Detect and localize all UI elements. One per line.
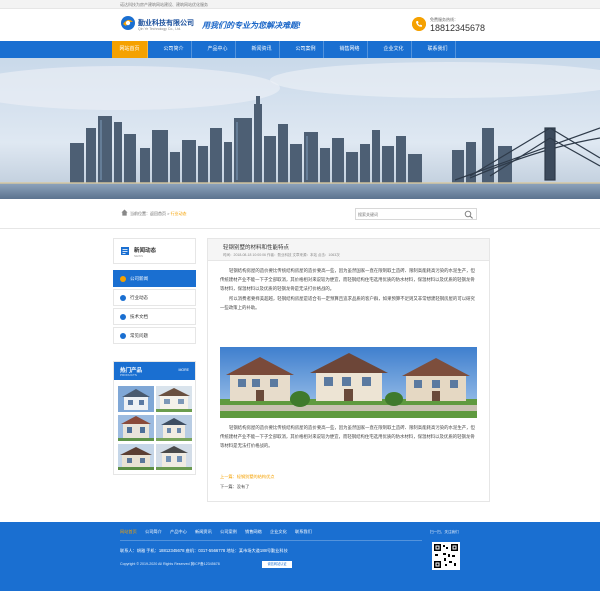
nav-item-cases[interactable]: 公司案例 — [288, 41, 324, 58]
article-paragraph: 轻钢结构房屋的造价要比传统结构房屋的造价要高一些，因为虽然国家一直在限制取土造砖… — [220, 268, 475, 291]
product-thumbnail[interactable] — [118, 415, 154, 441]
breadcrumb: 当前位置：返回首页 > 行业动态 — [130, 211, 187, 217]
footer-nav-news[interactable]: 新闻资讯 — [195, 529, 212, 535]
top-bar: 诺达科技为房产建筑网站建设、建筑网站优化服务 — [0, 0, 600, 9]
footer-nav-cases[interactable]: 公司案例 — [220, 529, 237, 535]
product-thumbnail[interactable] — [156, 444, 192, 470]
company-name-en: Qin Ye Technology Co., Ltd. — [138, 27, 182, 31]
sidebar-item-industry-news[interactable]: 行业动态 — [113, 289, 196, 306]
next-article-link[interactable]: 下一篇：没有了 — [220, 484, 249, 490]
footer-contact: 联系人：胡雅 手机：18812345678 座机：0317-5566778 地址… — [120, 548, 288, 553]
hot-products-header: 热门产品 PRODUCTS MORE — [114, 362, 195, 380]
sidebar-item-tech-docs[interactable]: 技术文档 — [113, 308, 196, 325]
bullet-icon — [120, 333, 126, 339]
skyline-illustration — [0, 58, 600, 199]
hot-products-title-en: PRODUCTS — [120, 373, 137, 377]
site-header: 勤业科技有限公司 Qin Ye Technology Co., Ltd. 用我们… — [0, 9, 600, 41]
news-icon — [121, 247, 129, 255]
article-title: 轻钢别墅的材料和性能特点 — [223, 245, 290, 251]
prev-article-label: 上一篇： — [220, 474, 237, 479]
nav-item-home[interactable]: 网站首页 — [112, 41, 148, 58]
sidebar-item-label: 公司新闻 — [130, 276, 148, 281]
breadcrumb-bar: 当前位置：返回首页 > 行业动态 — [0, 199, 600, 229]
nav-item-news[interactable]: 新闻资讯 — [244, 41, 280, 58]
trust-badge[interactable]: 诚信网站认证 — [262, 561, 292, 568]
bullet-icon — [120, 295, 126, 301]
main-nav: 网站首页 公司简介 产品中心 新闻资讯 公司案例 销售网络 企业文化 联系我们 — [0, 41, 600, 58]
sidebar-item-label: 行业动态 — [130, 295, 148, 300]
search-box — [355, 208, 477, 220]
sidebar-item-label: 技术文档 — [130, 314, 148, 319]
sidebar-title: 新闻动态 — [134, 248, 157, 254]
sidebar-item-company-news[interactable]: 公司新闻 — [113, 270, 196, 287]
product-thumbnail[interactable] — [118, 444, 154, 470]
breadcrumb-home-link[interactable]: 返回首页 — [150, 211, 166, 216]
site-footer: 网站首页 公司简介 产品中心 新闻资讯 公司案例 销售网络 企业文化 联系我们 … — [0, 522, 600, 591]
article-panel: 轻钢别墅的材料和性能特点 时间：2018-08-18 10:00:06 作者：勤… — [207, 238, 490, 502]
product-thumbnail[interactable] — [156, 415, 192, 441]
footer-copyright: Copyright © 2019-2020 All Rights Reserve… — [120, 562, 220, 566]
nav-item-culture[interactable]: 企业文化 — [376, 41, 412, 58]
nav-item-about[interactable]: 公司简介 — [156, 41, 192, 58]
hot-products-more-link[interactable]: MORE — [179, 368, 190, 372]
footer-nav-sales-network[interactable]: 销售网络 — [245, 529, 262, 535]
next-article-label: 下一篇： — [220, 484, 237, 489]
product-thumbnail[interactable] — [118, 386, 154, 412]
qr-code — [432, 542, 460, 570]
footer-nav-contact[interactable]: 联系我们 — [295, 529, 312, 535]
article-header: 轻钢别墅的材料和性能特点 时间：2018-08-18 10:00:06 作者：勤… — [208, 239, 489, 261]
article-paragraph: 所以消费者要择美超越，轻钢结构房屋是适合有一定预算且追求品质的客户群，如果预算不… — [220, 296, 475, 310]
prev-article-link[interactable]: 上一篇：轻钢别墅的结构优点 — [220, 474, 274, 480]
prev-article-title[interactable]: 轻钢别墅的结构优点 — [237, 474, 275, 479]
article-body-continued: 轻钢结构房屋的造价要比传统结构房屋的造价要高一些，因为虽然国家一直在限制取土造砖… — [220, 423, 477, 451]
nav-item-products[interactable]: 产品中心 — [200, 41, 236, 58]
footer-nav-about[interactable]: 公司简介 — [145, 529, 162, 535]
home-icon — [121, 209, 128, 216]
article-meta: 时间：2018-08-18 10:00:06 作者：勤业科技 文章来源：本站 点… — [223, 253, 340, 257]
nav-item-contact[interactable]: 联系我们 — [420, 41, 456, 58]
search-input[interactable] — [358, 210, 458, 219]
footer-divider — [120, 540, 422, 541]
city-skyline-banner — [0, 58, 600, 199]
top-bar-text: 诺达科技为房产建筑网站建设、建筑网站优化服务 — [120, 2, 208, 7]
nav-item-sales-network[interactable]: 销售网络 — [332, 41, 368, 58]
breadcrumb-current: 行业动态 — [170, 211, 187, 216]
sidebar-item-faq[interactable]: 常见问题 — [113, 327, 196, 344]
company-logo-icon[interactable] — [120, 15, 136, 31]
bullet-icon — [120, 314, 126, 320]
article-body: 轻钢结构房屋的造价要比传统结构房屋的造价要高一些，因为虽然国家一直在限制取土造砖… — [220, 266, 477, 313]
sidebar-title-en: NEWS — [134, 254, 143, 258]
sidebar-item-label: 常见问题 — [130, 333, 148, 338]
article-image — [220, 347, 477, 418]
phone-icon — [412, 17, 426, 31]
sidebar-header: 新闻动态 NEWS — [113, 238, 196, 264]
article-paragraph: 轻钢结构房屋的造价要比传统结构房屋的造价要高一些，因为虽然国家一直在限制取土造砖… — [220, 425, 475, 448]
header-slogan: 用我们的专业为您解决难题! — [202, 21, 301, 30]
footer-nav-products[interactable]: 产品中心 — [170, 529, 187, 535]
breadcrumb-prefix: 当前位置： — [130, 211, 150, 216]
next-article-title: 没有了 — [236, 484, 250, 489]
search-icon[interactable] — [464, 210, 474, 219]
footer-nav-home[interactable]: 网站首页 — [120, 529, 137, 535]
phone-number: 18812345678 — [430, 23, 486, 33]
footer-nav-culture[interactable]: 企业文化 — [270, 529, 287, 535]
product-thumbnail[interactable] — [156, 386, 192, 412]
hot-products-panel: 热门产品 PRODUCTS MORE — [113, 361, 196, 475]
bullet-icon — [120, 276, 126, 282]
qr-label: 扫一扫，关注我们 — [430, 530, 459, 534]
